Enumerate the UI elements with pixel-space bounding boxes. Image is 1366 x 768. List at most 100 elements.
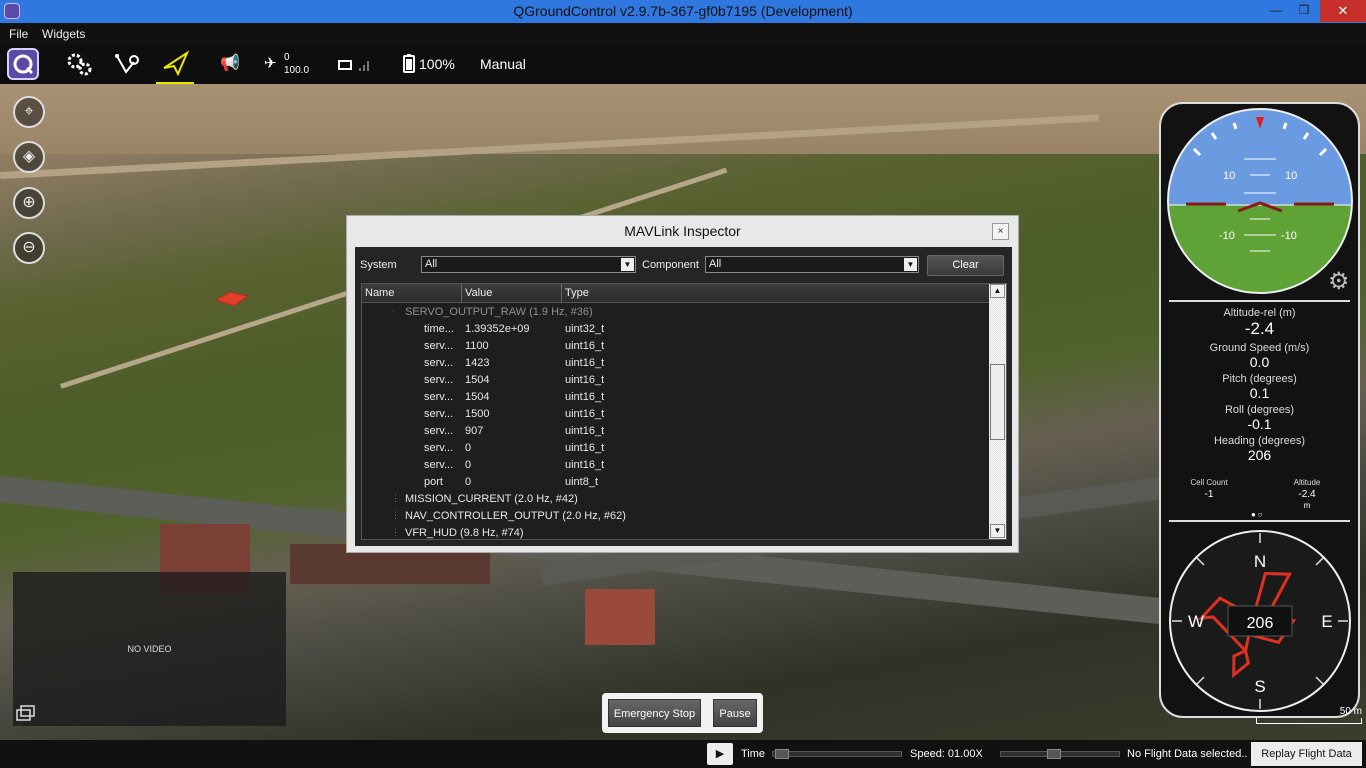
pitch-tick-up-right: 10	[1285, 170, 1297, 182]
pitch-tick-up-left: 10	[1223, 170, 1235, 182]
roll-value: -0.1	[1247, 416, 1272, 432]
scroll-up-icon[interactable]: ▲	[990, 284, 1005, 298]
zoom-out-button[interactable]: ⊖	[13, 232, 45, 264]
scroll-thumb[interactable]	[990, 364, 1005, 440]
minimize-button[interactable]: —	[1262, 0, 1290, 22]
field-type: uint16_t	[565, 442, 605, 454]
no-video-label: NO VIDEO	[127, 644, 172, 654]
plan-view-button[interactable]	[112, 44, 142, 84]
zoom-in-button[interactable]: ⊕	[13, 187, 45, 219]
field-value: 0	[465, 476, 472, 488]
pause-button[interactable]: Pause	[713, 699, 757, 727]
menu-widgets[interactable]: Widgets	[42, 27, 85, 41]
tree-field-row[interactable]: port 0 uint8_t	[362, 474, 990, 491]
roll-label: Roll (degrees)	[1224, 404, 1295, 416]
maximize-button[interactable]: ❐	[1290, 0, 1318, 22]
instrument-panel: 10 10 -10 -10 ⚙ Altitude-rel (m) -2.4 Gr…	[1159, 102, 1360, 718]
map-building	[585, 589, 655, 645]
map-layers-button[interactable]: ◈	[13, 141, 45, 173]
tree-field-row[interactable]: time... 1.39352e+09 uint32_t	[362, 321, 990, 338]
component-select[interactable]: All ▼	[705, 256, 919, 273]
pip-toggle-icon[interactable]	[16, 705, 36, 721]
fly-view-button[interactable]	[156, 44, 194, 84]
field-value: 1100	[465, 340, 489, 352]
altitude-rel-label: Altitude-rel (m)	[1223, 307, 1296, 319]
battery-percent[interactable]: 100%	[419, 44, 455, 84]
compass-west: W	[1188, 612, 1204, 631]
tree-field-row[interactable]: serv... 0 uint16_t	[362, 457, 990, 474]
video-panel: NO VIDEO	[13, 572, 286, 726]
menu-bar: File Widgets	[0, 23, 1366, 44]
column-header-name[interactable]: Name	[365, 287, 394, 299]
gps-icon[interactable]: ✈	[264, 44, 284, 84]
field-type: uint16_t	[565, 408, 605, 420]
column-header-value[interactable]: Value	[465, 287, 492, 299]
clear-button[interactable]: Clear	[927, 255, 1004, 276]
compass-east: E	[1321, 612, 1332, 631]
chevron-down-icon: ▼	[621, 258, 634, 271]
field-name: serv...	[424, 391, 454, 403]
column-header-type[interactable]: Type	[565, 287, 589, 299]
field-type: uint16_t	[565, 340, 605, 352]
field-name: serv...	[424, 374, 454, 386]
replay-flight-data-button[interactable]: Replay Flight Data	[1251, 742, 1362, 766]
scroll-down-icon[interactable]: ▼	[990, 524, 1005, 538]
waypoint-icon	[115, 54, 139, 74]
vehicle-icon[interactable]	[212, 284, 252, 314]
zoom-out-icon: ⊖	[22, 239, 36, 256]
tree-message-row[interactable]: ⋮ NAV_CONTROLLER_OUTPUT (2.0 Hz, #62)	[362, 508, 990, 525]
compass: 206 N E S W	[1169, 530, 1351, 712]
field-name: serv...	[424, 408, 454, 420]
tree-field-row[interactable]: serv... 1100 uint16_t	[362, 338, 990, 355]
message-tree[interactable]: Name Value Type ◦ SERVO_OUTPUT_RAW (1.9 H…	[361, 283, 1007, 540]
page-indicator[interactable]: ●○	[1251, 510, 1265, 519]
time-slider[interactable]	[772, 749, 902, 759]
tree-field-row[interactable]: serv... 1504 uint16_t	[362, 389, 990, 406]
tree-field-row[interactable]: serv... 1423 uint16_t	[362, 355, 990, 372]
altitude-label: Altitude	[1293, 478, 1321, 487]
cell-count-label: Cell Count	[1190, 478, 1228, 487]
field-value: 1423	[465, 357, 490, 369]
tree-message-row[interactable]: ⋮ VFR_HUD (9.8 Hz, #74)	[362, 525, 990, 539]
status-bar: ▶ Time Speed: 01.00X No Flight Data sele…	[0, 740, 1366, 768]
field-value: 1500	[465, 408, 490, 420]
dialog-close-button[interactable]: ×	[992, 223, 1009, 240]
rc-rssi-indicator[interactable]	[337, 44, 373, 84]
close-button[interactable]: ✕	[1320, 0, 1366, 22]
tree-field-row[interactable]: serv... 0 uint16_t	[362, 440, 990, 457]
field-value: 1504	[465, 374, 490, 386]
field-name: time...	[424, 323, 454, 335]
tree-field-row[interactable]: serv... 1500 uint16_t	[362, 406, 990, 423]
tree-branch-icon: ⋮	[391, 493, 400, 503]
mavlink-inspector-dialog: MAVLink Inspector × System All ▼ Componen…	[346, 215, 1019, 553]
play-icon[interactable]: ▶	[707, 743, 733, 765]
field-value: 0	[465, 442, 472, 454]
gear-icon[interactable]: ⚙	[1328, 270, 1350, 294]
center-map-button[interactable]: ⌖	[13, 96, 45, 128]
map-scale-bar	[1256, 718, 1362, 724]
flight-mode[interactable]: Manual	[480, 44, 526, 84]
field-type: uint16_t	[565, 459, 605, 471]
tree-branch-icon: ⋮	[391, 527, 400, 537]
center-icon: ⌖	[24, 103, 34, 120]
speed-slider[interactable]	[1000, 749, 1120, 759]
messages-icon[interactable]: 📢	[220, 44, 240, 84]
tree-message-row[interactable]: ◦ SERVO_OUTPUT_RAW (1.9 Hz, #36)	[362, 304, 990, 321]
tree-field-row[interactable]: serv... 1504 uint16_t	[362, 372, 990, 389]
divider	[1169, 300, 1350, 302]
paper-plane-icon	[163, 50, 190, 77]
no-data-label: No Flight Data selected..	[1127, 748, 1248, 760]
chevron-down-icon: ▼	[904, 258, 917, 271]
tree-message-row[interactable]: ⋮ MISSION_CURRENT (2.0 Hz, #42)	[362, 491, 990, 508]
system-select[interactable]: All ▼	[421, 256, 636, 273]
title-bar: QGroundControl v2.9.7b-367-gf0b7195 (Dev…	[0, 0, 1366, 23]
inspector-body: System All ▼ Component All ▼ Clear Name Va…	[355, 247, 1012, 546]
tree-field-row[interactable]: serv... 907 uint16_t	[362, 423, 990, 440]
qgc-logo-button[interactable]	[7, 48, 39, 80]
qgc-logo-icon	[13, 54, 34, 75]
emergency-stop-button[interactable]: Emergency Stop	[608, 699, 701, 727]
setup-button[interactable]	[64, 44, 94, 84]
altitude-unit: m	[1303, 501, 1311, 510]
menu-file[interactable]: File	[9, 27, 28, 41]
tree-scrollbar[interactable]: ▲ ▼	[989, 284, 1006, 539]
